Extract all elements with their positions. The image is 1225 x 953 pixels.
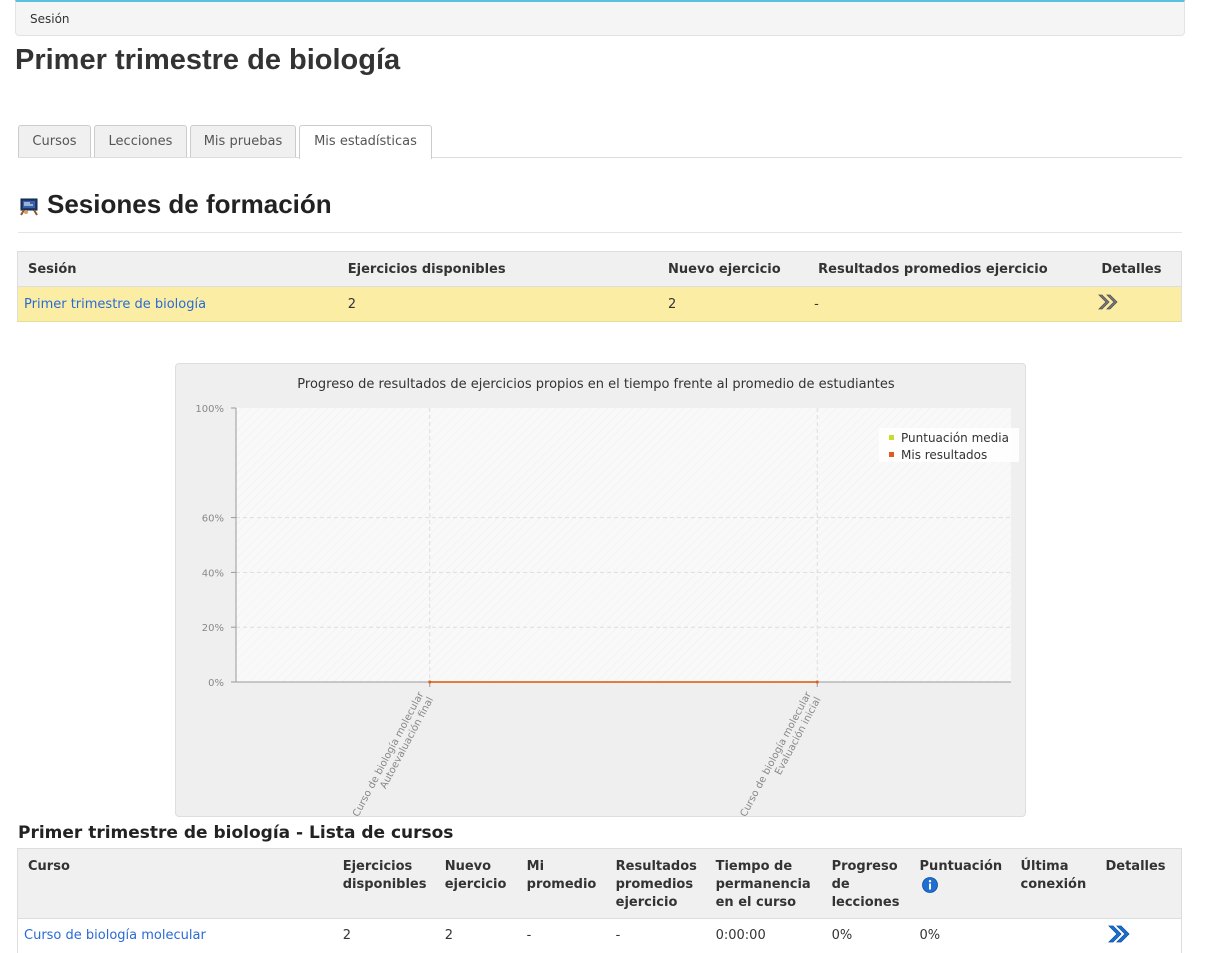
- progress-chart: Progreso de resultados de ejercicios pro…: [175, 363, 1026, 819]
- session-new: 2: [658, 286, 809, 322]
- legend-label: Puntuación media: [901, 431, 1009, 445]
- tab-lecciones[interactable]: Lecciones: [94, 125, 187, 157]
- session-average: -: [808, 286, 1092, 322]
- col-header-score: Puntuación: [913, 848, 1015, 919]
- x-tick-label-line: Curso de biología molecular: [738, 689, 815, 818]
- x-tick-label: Curso de biología molecularEvaluación in…: [738, 689, 824, 818]
- col-header-average: Resultados promedios ejercicio: [808, 251, 1092, 287]
- chart-svg: Progreso de resultados de ejercicios pro…: [195, 377, 1019, 819]
- col-header-new: Nuevo ejercicio: [438, 848, 521, 919]
- double-chevron-right-icon[interactable]: [1097, 293, 1119, 315]
- course-progress: 0%: [831, 928, 853, 944]
- sessions-header-row: Sesión Ejercicios disponibles Nuevo ejer…: [17, 251, 1182, 287]
- legend-swatch: [889, 452, 894, 457]
- course-new: 2: [444, 928, 453, 944]
- section-header: Sesiones de formación: [18, 188, 1182, 233]
- training-session-icon: [20, 196, 38, 216]
- col-header-progress: Progreso de lecciones: [825, 848, 914, 919]
- col-header-average: Resultados promedios ejercicio: [609, 848, 710, 919]
- col-header-time: Tiempo de permanencia en el curso: [709, 848, 826, 919]
- col-header-last-connection: Última conexión: [1014, 848, 1100, 919]
- info-icon[interactable]: [921, 877, 938, 899]
- session-available: 2: [337, 286, 659, 322]
- session-link[interactable]: Primer trimestre de biología: [24, 297, 206, 312]
- breadcrumb-current[interactable]: Sesión: [30, 12, 70, 26]
- chart-title: Progreso de resultados de ejercicios pro…: [297, 377, 895, 392]
- y-tick-label: 20%: [202, 623, 224, 634]
- chart-legend: Puntuación media Mis resultados: [879, 428, 1019, 462]
- page-title: Primer trimestre de biología: [15, 44, 401, 76]
- course-last-connection: [1015, 919, 1100, 953]
- y-tick-label: 60%: [202, 514, 224, 525]
- breadcrumb: Sesión: [15, 0, 1185, 36]
- col-header-details: Detalles: [1091, 251, 1182, 287]
- double-chevron-right-icon[interactable]: [1107, 924, 1131, 948]
- courses-title: Primer trimestre de biología - Lista de …: [18, 823, 454, 843]
- tab-mis-pruebas[interactable]: Mis pruebas: [190, 125, 296, 157]
- sessions-table: Sesión Ejercicios disponibles Nuevo ejer…: [17, 251, 1182, 322]
- legend-label: Mis resultados: [901, 448, 987, 462]
- table-row: Primer trimestre de biología 2 2 -: [17, 286, 1182, 322]
- col-header-session: Sesión: [17, 251, 338, 287]
- course-link[interactable]: Curso de biología molecular: [24, 928, 206, 943]
- tab-cursos[interactable]: Cursos: [18, 125, 91, 157]
- course-average: -: [615, 928, 621, 944]
- course-score: 0%: [919, 928, 941, 944]
- section-title: Sesiones de formación: [47, 189, 332, 219]
- courses-table: Curso Ejercicios disponibles Nuevo ejerc…: [17, 848, 1182, 953]
- col-header-available: Ejercicios disponibles: [336, 848, 439, 919]
- score-header-label: Puntuación: [919, 859, 1003, 874]
- courses-header-row: Curso Ejercicios disponibles Nuevo ejerc…: [17, 848, 1182, 919]
- y-tick-label: 0%: [208, 678, 224, 689]
- course-available: 2: [342, 928, 351, 944]
- tab-mis-estadisticas[interactable]: Mis estadísticas: [299, 125, 432, 159]
- series-point: [428, 680, 432, 684]
- x-tick-label: Curso de biología molecularAutoevaluació…: [350, 689, 436, 818]
- y-tick-label: 100%: [195, 404, 224, 415]
- col-header-course: Curso: [17, 848, 337, 919]
- col-header-my-average: Mi promedio: [520, 848, 610, 919]
- col-header-new: Nuevo ejercicio: [658, 251, 809, 287]
- tab-bar: Cursos Lecciones Mis pruebas Mis estadís…: [18, 125, 1182, 159]
- y-tick-label: 40%: [202, 568, 224, 579]
- series-point: [815, 680, 819, 684]
- col-header-available: Ejercicios disponibles: [337, 251, 659, 287]
- course-my-average: -: [526, 928, 532, 944]
- table-row: Curso de biología molecular 2 2 - - 0:00…: [18, 919, 1182, 953]
- col-header-details: Detalles: [1099, 848, 1182, 919]
- course-time: 0:00:00: [715, 928, 766, 944]
- legend-swatch: [889, 435, 894, 440]
- x-tick-label-line: Curso de biología molecular: [350, 689, 427, 818]
